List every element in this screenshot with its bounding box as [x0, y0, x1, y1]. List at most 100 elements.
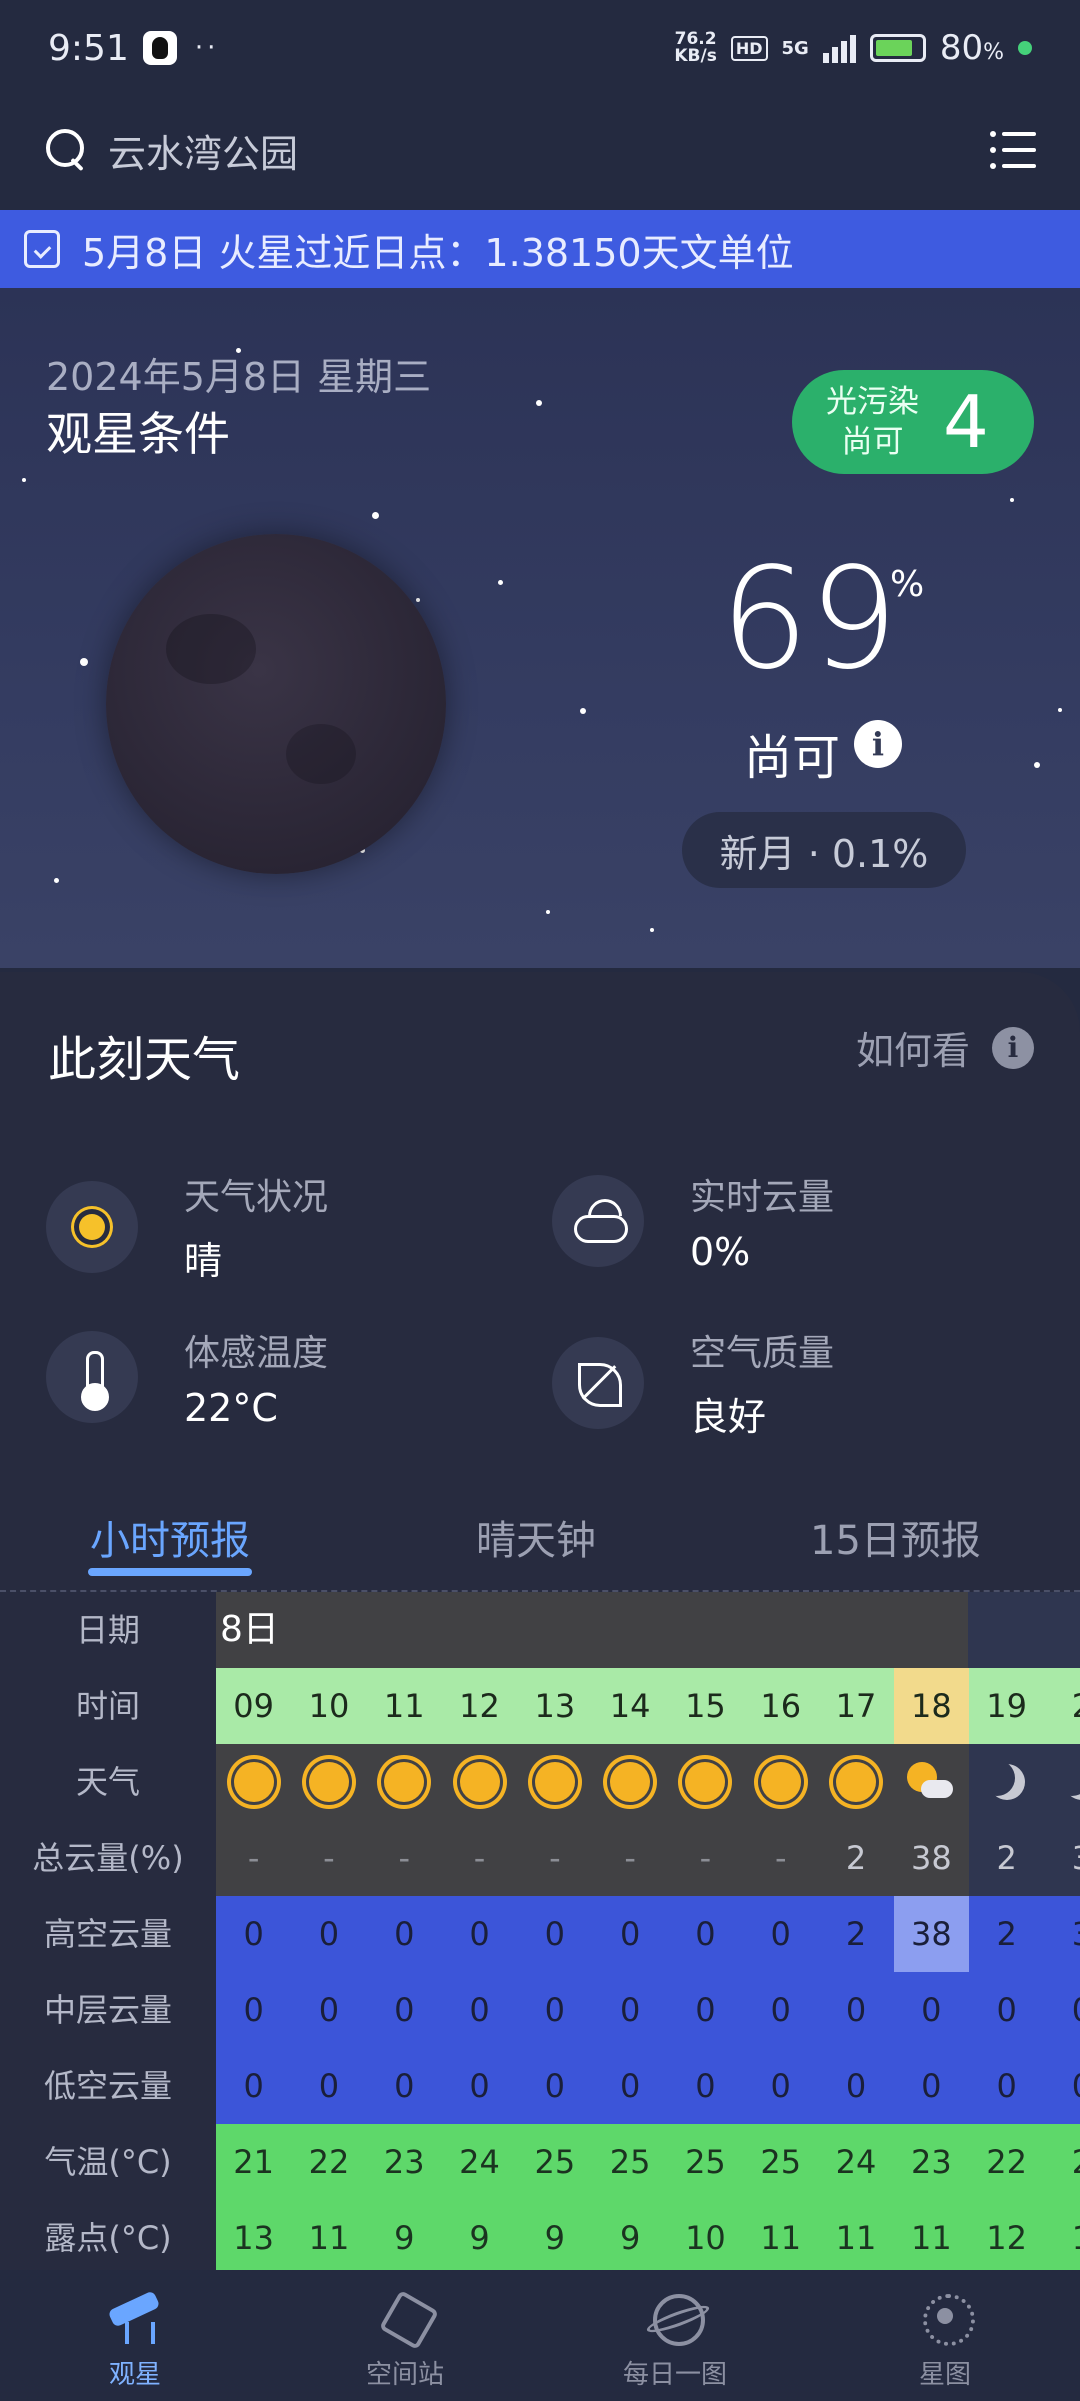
dew-cell: 13	[216, 2200, 292, 2272]
sun-icon	[743, 1744, 819, 1820]
hd-icon: HD	[730, 35, 768, 61]
hours-cell: 13	[517, 1668, 593, 1744]
hours-cell: 18	[893, 1668, 969, 1744]
high-cell: 2	[818, 1896, 894, 1972]
temp-cell: 22	[968, 2124, 1045, 2200]
total-cell: -	[517, 1820, 593, 1896]
nav-stargazing[interactable]: 观星	[0, 2270, 270, 2401]
low-cell: 0	[968, 2048, 1045, 2124]
menu-list-icon[interactable]	[990, 130, 1036, 170]
high-cell: 0	[441, 1896, 518, 1972]
row-label: 总云量(%)	[32, 1839, 184, 1877]
light-pollution-badge[interactable]: 光污染 尚可 4	[792, 370, 1034, 474]
telescope-icon	[105, 2286, 165, 2346]
low-cell: 0	[1044, 2048, 1080, 2124]
signal-icon	[822, 33, 856, 63]
mid-cell: 0	[517, 1972, 593, 2048]
hours-cell: 17	[818, 1668, 894, 1744]
total-cell: 2	[818, 1820, 894, 1896]
nav-daily-image[interactable]: 每日一图	[540, 2270, 810, 2401]
location-name[interactable]: 云水湾公园	[108, 123, 298, 178]
row-low-cloud: 低空云量 000000000000	[0, 2048, 1080, 2124]
hourly-forecast-table[interactable]: 日期 8日 时间 09101112131415161718192 天气 总云量(…	[0, 1592, 1080, 2272]
high-cell: 0	[216, 1896, 292, 1972]
high-cell: 0	[517, 1896, 593, 1972]
mid-cell: 0	[743, 1972, 819, 2048]
nav-space-station[interactable]: 空间站	[270, 2270, 540, 2401]
page-title: 观星条件	[46, 407, 230, 461]
calendar-check-icon	[24, 230, 60, 268]
location-search-bar[interactable]: 云水湾公园	[0, 100, 1080, 200]
row-weather: 天气	[0, 1744, 1080, 1820]
total-cell: 2	[968, 1820, 1045, 1896]
low-cell: 0	[291, 2048, 367, 2124]
dew-cell: 9	[517, 2200, 593, 2272]
galaxy-icon	[915, 2286, 975, 2346]
info-icon[interactable]: i	[854, 720, 902, 768]
temp-cell: 24	[441, 2124, 518, 2200]
dew-cell: 9	[592, 2200, 668, 2272]
temp-cell: 25	[592, 2124, 668, 2200]
more-notifications-icon: ··	[194, 33, 220, 63]
moon-phase-pill: 新月 · 0.1%	[682, 812, 966, 888]
nav-label: 空间站	[365, 2360, 444, 2390]
total-cell: -	[441, 1820, 518, 1896]
banner-text: 5月8日 火星过近日点：1.38150天文单位	[82, 230, 794, 275]
qq-notification-icon	[142, 31, 177, 65]
temp-cell: 25	[743, 2124, 819, 2200]
hours-cell: 19	[968, 1668, 1045, 1744]
row-high-cloud: 高空云量 0000000023823	[0, 1896, 1080, 1972]
astronomy-event-banner[interactable]: 5月8日 火星过近日点：1.38150天文单位	[0, 210, 1080, 288]
nav-star-map[interactable]: 星图	[810, 2270, 1080, 2401]
row-date: 日期 8日	[0, 1592, 1080, 1668]
low-cell: 0	[818, 2048, 894, 2124]
mid-cell: 0	[216, 1972, 292, 2048]
mid-cell: 0	[893, 1972, 969, 2048]
status-bar: 9:51 ·· 76.2 KB/s HD 5G 80%	[0, 0, 1080, 96]
sun-icon	[818, 1744, 894, 1820]
temp-cell: 25	[667, 2124, 744, 2200]
row-label: 时间	[75, 1687, 140, 1725]
how-to-read-button[interactable]: 如何看 i	[856, 1020, 1034, 1075]
sun-icon	[46, 1180, 138, 1273]
hours-cell: 2	[1044, 1668, 1080, 1744]
planet-icon	[645, 2286, 705, 2346]
bottom-navigation: 观星 空间站 每日一图 星图	[0, 2270, 1080, 2401]
temp-cell: 22	[291, 2124, 367, 2200]
search-icon[interactable]	[44, 127, 90, 173]
score-unit: %	[890, 564, 925, 605]
low-cell: 0	[517, 2048, 593, 2124]
status-time: 9:51	[48, 27, 129, 69]
total-cell: 38	[893, 1820, 969, 1896]
mid-cell: 0	[1044, 1972, 1080, 2048]
weather-condition: 天气状况 晴	[46, 1168, 328, 1285]
high-cell: 0	[366, 1896, 442, 1972]
forecast-tabs: 小时预报 晴天钟 15日预报	[0, 1490, 1080, 1590]
hours-cell: 10	[291, 1668, 367, 1744]
tab-clear-sky-clock[interactable]: 晴天钟	[476, 1508, 596, 1566]
forecast-date: 2024年5月8日 星期三	[46, 355, 432, 399]
battery-level: 80%	[939, 28, 1004, 68]
stargazing-conditions-panel: 2024年5月8日 星期三 观星条件 光污染 尚可 4 69 % 尚可 i 新月…	[0, 288, 1080, 968]
sun-icon	[366, 1744, 442, 1820]
dew-cell: 11	[291, 2200, 367, 2272]
network-speed: 76.2 KB/s	[674, 29, 717, 66]
nav-label: 每日一图	[622, 2360, 727, 2390]
row-mid-cloud: 中层云量 000000000000	[0, 1972, 1080, 2048]
mid-cell: 0	[968, 1972, 1045, 2048]
low-cell: 0	[893, 2048, 969, 2124]
mid-cell: 0	[291, 1972, 367, 2048]
temp-cell: 25	[517, 2124, 593, 2200]
row-label: 天气	[75, 1763, 140, 1801]
high-cell: 2	[968, 1896, 1045, 1972]
dew-cell: 11	[743, 2200, 819, 2272]
mid-cell: 0	[441, 1972, 518, 2048]
tab-hourly-forecast[interactable]: 小时预报	[90, 1508, 250, 1566]
signal-label: 5G	[781, 37, 809, 59]
partly-cloudy-icon	[893, 1744, 969, 1820]
total-cell: -	[743, 1820, 819, 1896]
cloud-icon	[552, 1175, 644, 1267]
row-dew-point: 露点(°C) 1311999910111111121	[0, 2200, 1080, 2272]
score-rating: 尚可	[744, 730, 841, 786]
tab-15-day-forecast[interactable]: 15日预报	[810, 1508, 981, 1566]
